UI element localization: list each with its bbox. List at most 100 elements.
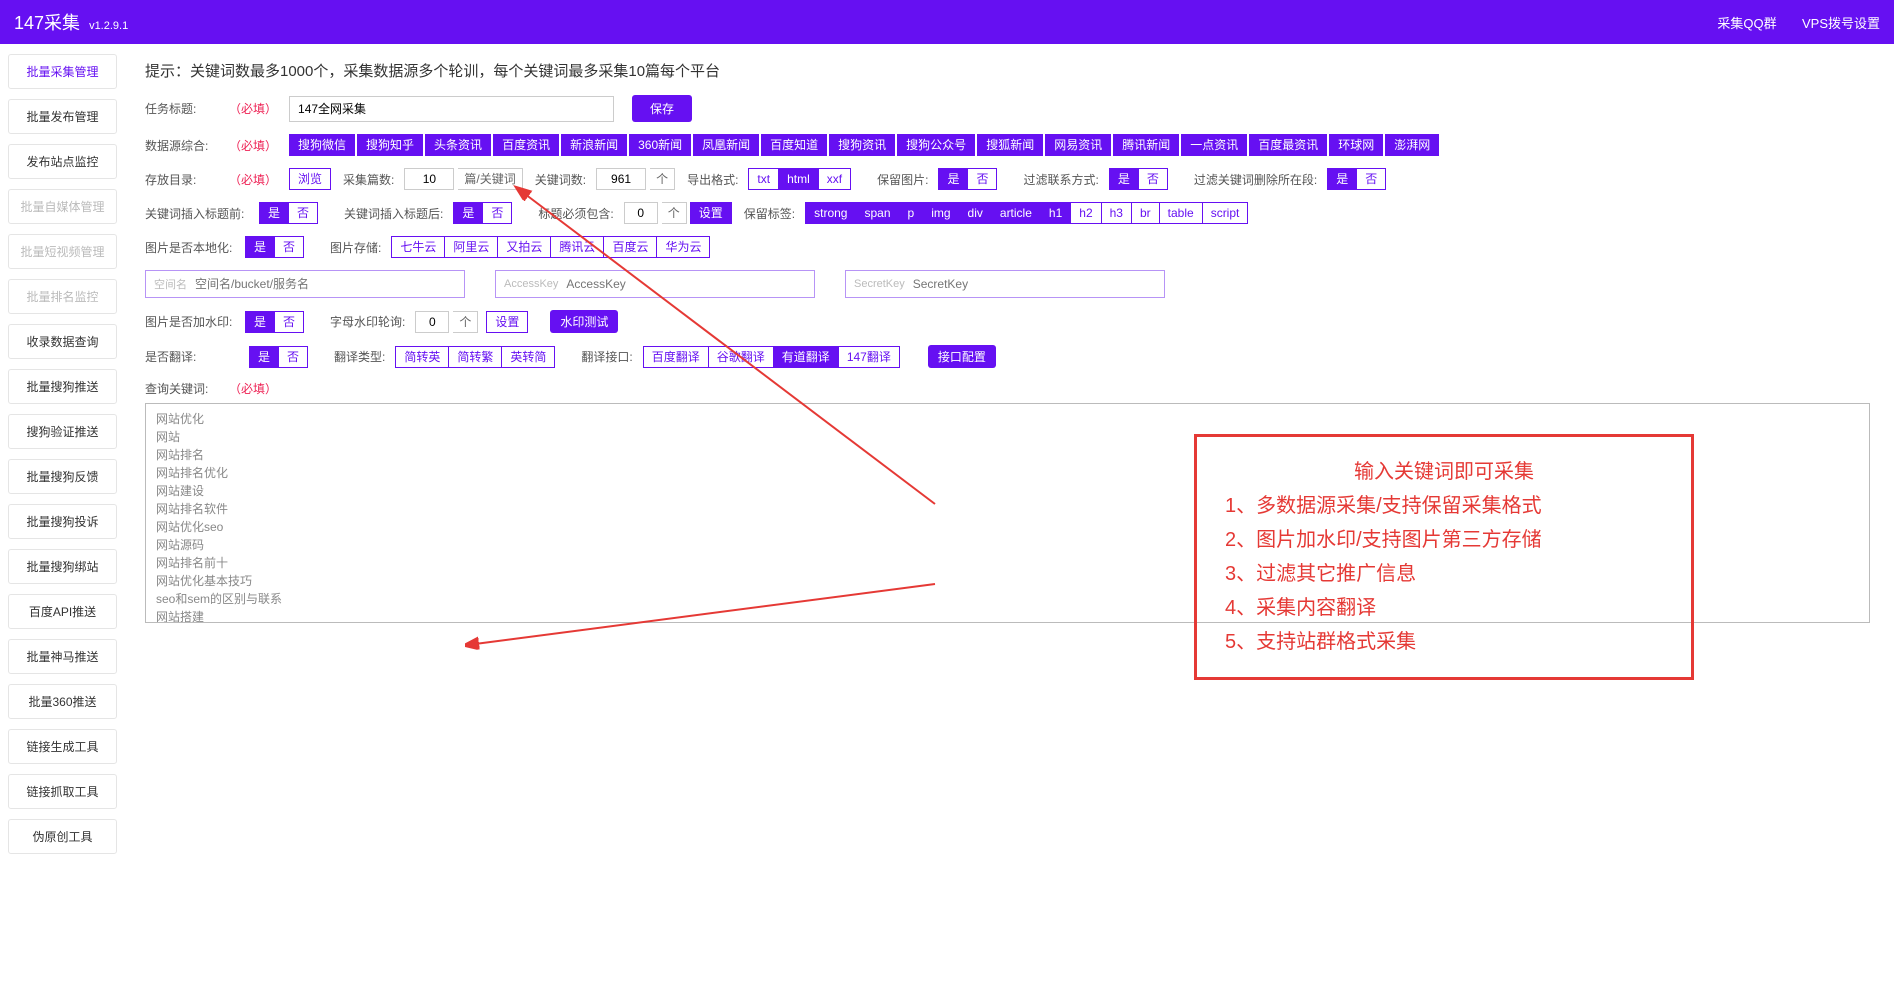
watermark-test-button[interactable]: 水印测试 (550, 310, 618, 333)
translate-api-option[interactable]: 谷歌翻译 (709, 346, 774, 368)
access-key-input[interactable] (566, 277, 806, 291)
opt-no[interactable]: 否 (275, 311, 304, 333)
opt-no[interactable]: 否 (968, 168, 997, 190)
opt-yes[interactable]: 是 (245, 311, 275, 333)
link-vps-settings[interactable]: VPS拨号设置 (1802, 16, 1880, 31)
opt-no[interactable]: 否 (289, 202, 318, 224)
keep-tag-option[interactable]: div (960, 202, 992, 224)
sidebar-item[interactable]: 批量排名监控 (8, 279, 117, 314)
export-format-option[interactable]: txt (748, 168, 779, 190)
keep-tag-option[interactable]: span (856, 202, 899, 224)
keep-tag-option[interactable]: img (923, 202, 959, 224)
insert-before-toggle[interactable]: 是否 (259, 202, 318, 224)
source-tag[interactable]: 百度知道 (761, 134, 827, 156)
link-qq-group[interactable]: 采集QQ群 (1717, 16, 1776, 31)
sidebar-item[interactable]: 链接生成工具 (8, 729, 117, 764)
source-tag[interactable]: 凤凰新闻 (693, 134, 759, 156)
opt-yes[interactable]: 是 (938, 168, 968, 190)
keep-tag-option[interactable]: table (1160, 202, 1203, 224)
title-must-count-input[interactable] (624, 202, 658, 224)
keep-image-toggle[interactable]: 是否 (938, 168, 997, 190)
insert-after-toggle[interactable]: 是否 (453, 202, 512, 224)
opt-no[interactable]: 否 (483, 202, 512, 224)
wm-rotate-set-button[interactable]: 设置 (486, 311, 528, 333)
source-tag[interactable]: 搜狗公众号 (897, 134, 975, 156)
secret-key-field[interactable]: SecretKey (845, 270, 1165, 298)
sidebar-item[interactable]: 批量360推送 (8, 684, 117, 719)
image-store-option[interactable]: 又拍云 (498, 236, 551, 258)
api-config-button[interactable]: 接口配置 (928, 345, 996, 368)
source-tag[interactable]: 搜狗微信 (289, 134, 355, 156)
space-name-input[interactable] (195, 277, 456, 291)
opt-yes[interactable]: 是 (453, 202, 483, 224)
secret-key-input[interactable] (913, 277, 1156, 291)
source-tag[interactable]: 百度资讯 (493, 134, 559, 156)
save-button[interactable]: 保存 (632, 95, 692, 122)
sidebar-item[interactable]: 链接抓取工具 (8, 774, 117, 809)
translate-type-option[interactable]: 简转英 (395, 346, 449, 368)
source-tag[interactable]: 360新闻 (629, 134, 691, 156)
keep-tag-option[interactable]: script (1203, 202, 1249, 224)
img-local-toggle[interactable]: 是否 (245, 236, 304, 258)
keep-tag-option[interactable]: p (900, 202, 924, 224)
export-format-option[interactable]: html (779, 168, 819, 190)
translate-api-option[interactable]: 有道翻译 (774, 346, 839, 368)
task-title-input[interactable] (289, 96, 614, 122)
sidebar-item[interactable]: 收录数据查询 (8, 324, 117, 359)
image-store-option[interactable]: 七牛云 (391, 236, 445, 258)
opt-no[interactable]: 否 (1139, 168, 1168, 190)
watermark-toggle[interactable]: 是否 (245, 311, 304, 333)
source-tag[interactable]: 环球网 (1329, 134, 1383, 156)
wm-rotate-input[interactable] (415, 311, 449, 333)
filter-contact-toggle[interactable]: 是否 (1109, 168, 1168, 190)
source-tag[interactable]: 一点资讯 (1181, 134, 1247, 156)
sidebar-item[interactable]: 搜狗验证推送 (8, 414, 117, 449)
keep-tag-option[interactable]: strong (805, 202, 856, 224)
translate-api-option[interactable]: 147翻译 (839, 346, 900, 368)
title-must-set-button[interactable]: 设置 (690, 202, 732, 224)
translate-type-option[interactable]: 英转简 (502, 346, 555, 368)
opt-yes[interactable]: 是 (249, 346, 279, 368)
source-tag[interactable]: 网易资讯 (1045, 134, 1111, 156)
image-store-option[interactable]: 百度云 (604, 236, 657, 258)
opt-yes[interactable]: 是 (245, 236, 275, 258)
opt-no[interactable]: 否 (1357, 168, 1386, 190)
opt-no[interactable]: 否 (279, 346, 308, 368)
access-key-field[interactable]: AccessKey (495, 270, 815, 298)
translate-type-option[interactable]: 简转繁 (449, 346, 502, 368)
filter-kw-para-toggle[interactable]: 是否 (1327, 168, 1386, 190)
browse-button[interactable]: 浏览 (289, 168, 331, 190)
sidebar-item[interactable]: 百度API推送 (8, 594, 117, 629)
sidebar-item[interactable]: 批量采集管理 (8, 54, 117, 89)
image-store-option[interactable]: 腾讯云 (551, 236, 604, 258)
image-store-option[interactable]: 华为云 (657, 236, 710, 258)
keep-tag-option[interactable]: h2 (1071, 202, 1101, 224)
keep-tag-option[interactable]: h1 (1041, 202, 1071, 224)
sidebar-item[interactable]: 批量短视频管理 (8, 234, 117, 269)
keyword-count-input[interactable] (596, 168, 646, 190)
keep-tag-option[interactable]: article (992, 202, 1041, 224)
opt-yes[interactable]: 是 (1327, 168, 1357, 190)
opt-no[interactable]: 否 (275, 236, 304, 258)
sidebar-item[interactable]: 伪原创工具 (8, 819, 117, 854)
space-name-field[interactable]: 空间名 (145, 270, 465, 298)
source-tag[interactable]: 头条资讯 (425, 134, 491, 156)
sidebar-item[interactable]: 批量搜狗推送 (8, 369, 117, 404)
sidebar-item[interactable]: 批量搜狗绑站 (8, 549, 117, 584)
sidebar-item[interactable]: 批量发布管理 (8, 99, 117, 134)
sidebar-item[interactable]: 批量搜狗反馈 (8, 459, 117, 494)
source-tag[interactable]: 腾讯新闻 (1113, 134, 1179, 156)
sidebar-item[interactable]: 批量自媒体管理 (8, 189, 117, 224)
sidebar-item[interactable]: 批量神马推送 (8, 639, 117, 674)
translate-toggle[interactable]: 是否 (249, 346, 308, 368)
sidebar-item[interactable]: 批量搜狗投诉 (8, 504, 117, 539)
sidebar-item[interactable]: 发布站点监控 (8, 144, 117, 179)
source-tag[interactable]: 百度最资讯 (1249, 134, 1327, 156)
opt-yes[interactable]: 是 (259, 202, 289, 224)
export-format-option[interactable]: xxf (819, 168, 851, 190)
keep-tag-option[interactable]: br (1132, 202, 1160, 224)
image-store-option[interactable]: 阿里云 (445, 236, 498, 258)
source-tag[interactable]: 新浪新闻 (561, 134, 627, 156)
translate-api-option[interactable]: 百度翻译 (643, 346, 709, 368)
source-tag[interactable]: 搜狗知乎 (357, 134, 423, 156)
